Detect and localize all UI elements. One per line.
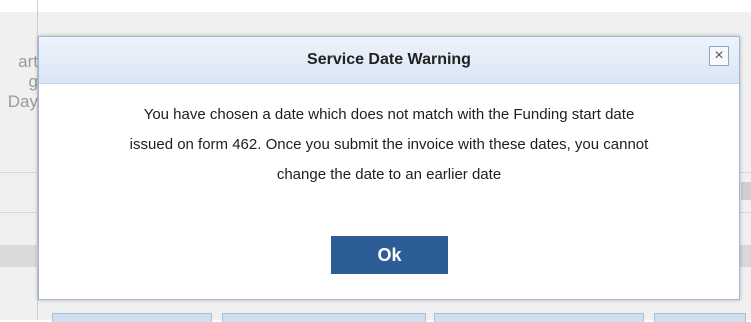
background-column-header-line: Day — [7, 92, 38, 111]
background-column-header-line: g — [28, 72, 38, 91]
dialog-message-line: You have chosen a date which does not ma… — [143, 106, 635, 123]
background-column-header-line: art — [18, 52, 38, 71]
background-button — [654, 313, 746, 322]
close-icon[interactable]: × — [709, 46, 729, 66]
background-topbar — [0, 0, 751, 12]
background-scrollbar — [741, 182, 751, 200]
dialog-title: Service Date Warning — [307, 51, 471, 68]
background-button — [434, 313, 644, 322]
background-button — [222, 313, 426, 322]
background-column-header: art g Day — [0, 52, 38, 112]
dialog-message-line: issued on form 462. Once you submit the … — [129, 136, 649, 153]
ok-button[interactable]: Ok — [331, 236, 448, 274]
dialog-header: Service Date Warning × — [39, 37, 739, 84]
dialog-message: You have chosen a date which does not ma… — [49, 100, 729, 190]
service-date-warning-dialog: Service Date Warning × You have chosen a… — [38, 36, 740, 300]
dialog-message-line: change the date to an earlier date — [276, 166, 502, 183]
background-button — [52, 313, 212, 322]
